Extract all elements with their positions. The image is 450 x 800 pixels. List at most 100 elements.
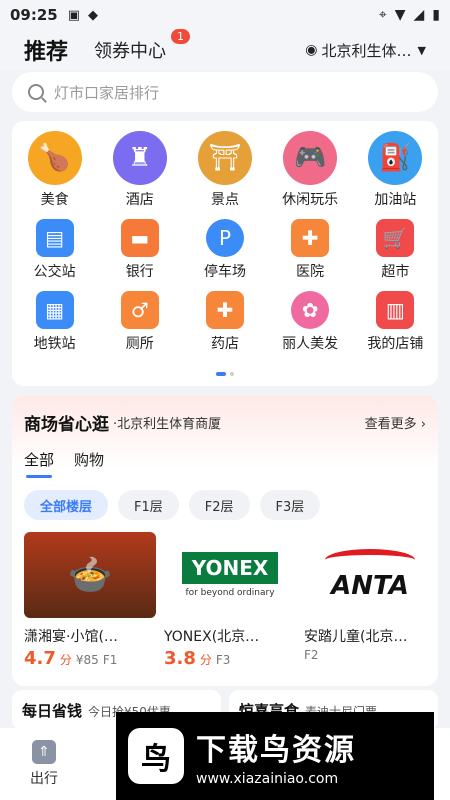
category-pharmacy[interactable]: ✚ 药店 <box>185 285 265 353</box>
hotel-icon: ♜ <box>112 131 167 185</box>
category-label: 我的店铺 <box>367 336 424 352</box>
category-label: 停车场 <box>203 264 246 280</box>
toilet-icon: ♂ <box>120 291 159 329</box>
mall-title: 商场省心逛 <box>24 415 109 435</box>
pharmacy-icon: ✚ <box>205 291 244 329</box>
see-more-link[interactable]: 查看更多 › <box>365 413 426 432</box>
travel-icon: ⇑ <box>32 740 56 764</box>
category-beauty[interactable]: ✿ 丽人美发 <box>270 285 350 353</box>
mall-header: 商场省心逛 ·北京利生体育商厦 查看更多 › <box>24 410 426 435</box>
category-my-shop[interactable]: ▥ 我的店铺 <box>355 285 435 353</box>
map-notification-icon: ◆ <box>88 7 99 23</box>
location-selector[interactable]: ◉ 北京利生体… ▼ <box>305 40 426 61</box>
anta-logo: ANTA <box>331 571 409 601</box>
category-label: 超市 <box>381 264 410 280</box>
category-parking[interactable]: P 停车场 <box>185 213 265 281</box>
parking-icon: P <box>205 219 244 257</box>
floor-f2-chip[interactable]: F2层 <box>188 490 250 520</box>
page-indicator <box>216 372 234 376</box>
bank-card-icon: ▬ <box>120 219 159 257</box>
category-row: ▦ 地铁站 ♂ 厕所 ✚ 药店 ✿ 丽人美发 ▥ 我的店铺 <box>12 285 438 353</box>
dish-icon: 🍲 <box>67 555 113 596</box>
category-leisure[interactable]: 🎮 休闲玩乐 <box>270 131 350 209</box>
tab-coupon-center[interactable]: 领券中心 1 <box>94 29 191 63</box>
category-gas[interactable]: ⛽ 加油站 <box>355 131 435 209</box>
gas-station-icon: ⛽ <box>368 131 423 185</box>
watermark-url: www.xiazainiao.com <box>196 771 339 787</box>
battery-icon: ▮ <box>432 7 440 23</box>
category-subway[interactable]: ▦ 地铁站 <box>15 285 95 353</box>
shop-floor: F3 <box>215 653 231 667</box>
shop-card[interactable]: 🍲 潇湘宴·小馆(… 4.7 分 ¥85 F1 <box>24 532 156 669</box>
shop-name: YONEX(北京… <box>164 629 260 645</box>
category-label: 地铁站 <box>33 336 76 352</box>
page-dot-active <box>216 372 226 376</box>
page-dot <box>230 372 234 376</box>
category-bus[interactable]: ▤ 公交站 <box>15 213 95 281</box>
location-label: 北京利生体… <box>321 41 412 60</box>
shop-floor: F1 <box>102 653 118 667</box>
shop-card[interactable]: YONEX for beyond ordinary YONEX(北京… 3.8 分… <box>164 532 296 669</box>
beauty-icon: ✿ <box>291 291 330 329</box>
tab-recommend[interactable]: 推荐 <box>24 34 68 66</box>
shop-meta: 3.8 分 F3 <box>164 648 296 669</box>
scenic-icon: ⛩ <box>197 131 252 185</box>
my-shop-icon: ▥ <box>376 291 415 329</box>
floor-f3-chip[interactable]: F3层 <box>259 490 321 520</box>
shop-name: 安踏儿童(北京… <box>304 629 408 645</box>
category-row: 🍗 美食 ♜ 酒店 ⛩ 景点 🎮 休闲玩乐 ⛽ 加油站 <box>12 131 438 209</box>
watermark-logo: 鸟 <box>128 728 184 784</box>
chevron-right-icon: › <box>420 417 426 432</box>
nav-travel[interactable]: ⇑ 出行 <box>30 740 58 788</box>
mall-section: 商场省心逛 ·北京利生体育商厦 查看更多 › 全部 购物 全部楼层 F1层 F2… <box>12 396 438 686</box>
category-label: 医院 <box>296 264 325 280</box>
food-icon: 🍗 <box>27 131 82 185</box>
category-label: 酒店 <box>125 192 154 208</box>
category-hospital[interactable]: ✚ 医院 <box>270 213 350 281</box>
category-label: 加油站 <box>374 192 417 208</box>
category-hotel[interactable]: ♜ 酒店 <box>100 131 180 209</box>
watermark-title: 下载鸟资源 <box>196 733 356 768</box>
gamepad-icon: 🎮 <box>283 131 338 185</box>
category-toilet[interactable]: ♂ 厕所 <box>100 285 180 353</box>
shop-logo-yonex: YONEX for beyond ordinary <box>164 532 296 618</box>
category-supermarket[interactable]: 🛒 超市 <box>355 213 435 281</box>
status-time: 09:25 <box>10 6 58 24</box>
top-header: 推荐 领券中心 1 ◉ 北京利生体… ▼ <box>0 29 450 70</box>
nav-travel-label: 出行 <box>30 771 58 787</box>
shop-meta: F2 <box>304 648 436 662</box>
category-food[interactable]: 🍗 美食 <box>15 131 95 209</box>
category-scenic[interactable]: ⛩ 景点 <box>185 131 265 209</box>
category-label: 公交站 <box>33 264 76 280</box>
score-unit: 分 <box>199 653 212 667</box>
category-label: 丽人美发 <box>282 336 339 352</box>
category-label: 药店 <box>210 336 239 352</box>
mall-subtitle: ·北京利生体育商厦 <box>113 417 222 432</box>
yonex-tagline: for beyond ordinary <box>185 588 275 598</box>
cart-icon: 🛒 <box>376 219 415 257</box>
tab-shopping[interactable]: 购物 <box>74 449 104 478</box>
promo-title: 每日省钱 <box>22 702 83 720</box>
chevron-down-icon: ▼ <box>417 43 426 57</box>
category-bank[interactable]: ▬ 银行 <box>100 213 180 281</box>
shop-floor: F2 <box>304 648 319 662</box>
category-label: 景点 <box>210 192 239 208</box>
shop-score: 3.8 <box>164 648 196 669</box>
shop-price: ¥85 <box>75 653 99 667</box>
shop-meta: 4.7 分 ¥85 F1 <box>24 648 156 669</box>
floor-all-chip[interactable]: 全部楼层 <box>24 490 109 520</box>
watermark-banner: 鸟 下载鸟资源 www.xiazainiao.com <box>116 712 434 800</box>
notification-a-icon: ▣ <box>67 7 81 23</box>
wifi-icon: ▼ <box>394 7 406 23</box>
category-label: 美食 <box>40 192 69 208</box>
floor-filter: 全部楼层 F1层 F2层 F3层 <box>24 490 426 520</box>
floor-f1-chip[interactable]: F1层 <box>118 490 179 520</box>
shop-card[interactable]: ANTA 安踏儿童(北京… F2 <box>304 532 436 669</box>
anta-swoosh <box>325 549 415 571</box>
category-label: 休闲玩乐 <box>282 192 339 208</box>
subway-icon: ▦ <box>35 291 74 329</box>
status-bar: 09:25 ▣ ◆ ⌖ ▼ ◢ ▮ <box>0 0 450 30</box>
location-pin-icon: ◉ <box>305 42 318 58</box>
tab-all[interactable]: 全部 <box>24 449 54 478</box>
search-bar[interactable]: 灯市口家居排行 <box>12 72 438 112</box>
